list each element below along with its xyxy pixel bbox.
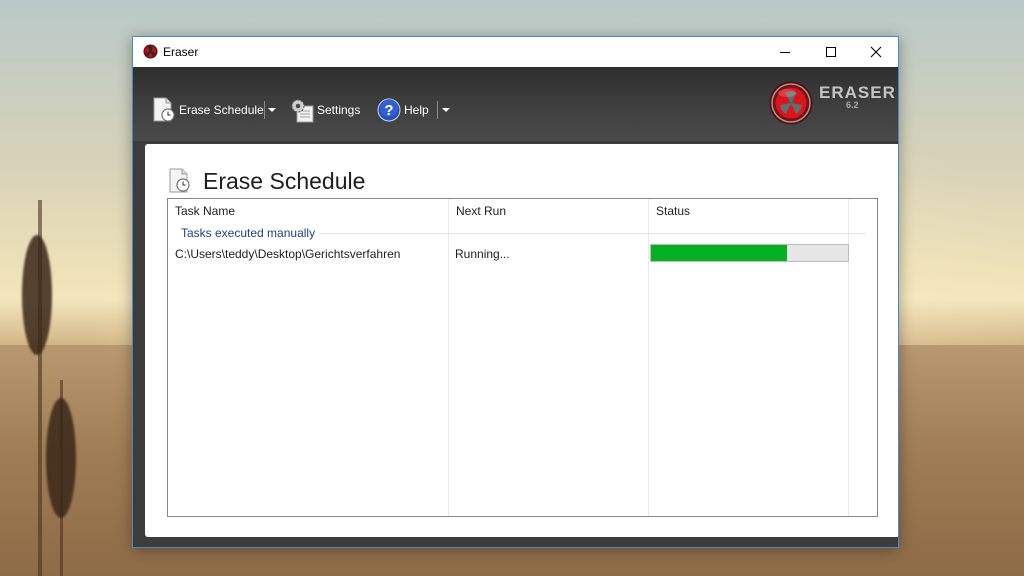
column-header-task-name[interactable]: Task Name [168, 199, 449, 223]
maximize-button[interactable] [808, 37, 854, 67]
content-panel: Erase Schedule Task Name Next Run Status… [145, 144, 898, 537]
gear-icon [291, 99, 314, 123]
minimize-icon [780, 52, 790, 53]
erase-schedule-label: Erase Schedule [179, 103, 264, 117]
reed-head [22, 235, 52, 355]
next-run-cell: Running... [455, 247, 510, 261]
erase-schedule-button[interactable]: Erase Schedule [151, 97, 264, 123]
settings-label: Settings [317, 103, 361, 117]
column-header-next-run[interactable]: Next Run [449, 199, 649, 223]
toolbar-separator [437, 101, 438, 119]
help-button[interactable]: ? Help [377, 97, 429, 123]
task-list[interactable]: Task Name Next Run Status Tasks executed… [167, 198, 878, 517]
help-icon: ? [377, 98, 401, 122]
reed-head [46, 398, 76, 518]
svg-text:?: ? [384, 102, 393, 119]
brand-version: 6.2 [846, 100, 859, 110]
minimize-button[interactable] [762, 37, 808, 67]
column-divider [448, 199, 449, 516]
progress-bar-fill [651, 245, 787, 261]
title-bar[interactable]: Eraser [133, 37, 898, 67]
schedule-document-icon [169, 168, 190, 193]
eraser-logo-icon [143, 44, 158, 59]
close-icon [870, 46, 882, 58]
schedule-document-icon [153, 97, 175, 122]
eraser-window: Eraser Erase Schedule Settings ? Help ER… [132, 36, 899, 548]
eraser-brand-logo-icon [769, 81, 813, 125]
group-label-manual[interactable]: Tasks executed manually [181, 226, 320, 240]
help-label: Help [404, 103, 429, 117]
page-title: Erase Schedule [203, 168, 366, 194]
help-dropdown-arrow[interactable] [442, 108, 450, 112]
task-name-cell: C:\Users\teddy\Desktop\Gerichtsverfahren [175, 247, 401, 261]
toolbar-separator [264, 101, 265, 119]
group-divider [308, 233, 866, 234]
window-title: Eraser [163, 45, 199, 59]
close-button[interactable] [853, 37, 899, 67]
toolbar: Erase Schedule Settings ? Help ERASER 6.… [133, 67, 898, 141]
maximize-icon [826, 47, 836, 57]
erase-schedule-dropdown-arrow[interactable] [268, 108, 276, 112]
status-progress-bar [650, 244, 849, 262]
column-divider [648, 199, 649, 516]
column-header-status[interactable]: Status [649, 199, 849, 223]
settings-button[interactable]: Settings [289, 97, 360, 123]
